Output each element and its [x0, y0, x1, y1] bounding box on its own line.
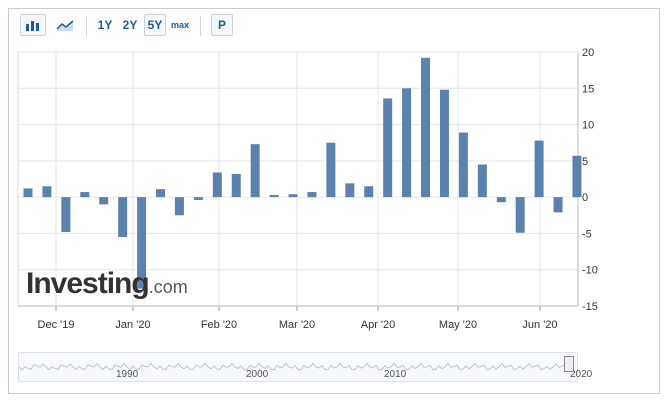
x-tick-label: Apr '20: [361, 319, 396, 331]
y-tick-label: 20: [582, 47, 594, 59]
bar: [231, 173, 241, 198]
bar: [42, 186, 52, 198]
bar: [250, 144, 260, 198]
bar: [345, 183, 355, 198]
x-tick-label: Jan '20: [115, 319, 150, 331]
bar: [307, 192, 317, 198]
x-tick-label: Feb '20: [201, 319, 237, 331]
logo-main: Investing: [26, 267, 150, 300]
bar: [515, 197, 525, 233]
x-tick-label: Dec '19: [38, 319, 75, 331]
bar: [477, 164, 487, 198]
bar: [99, 197, 109, 205]
bar: [80, 192, 90, 198]
bar: [421, 57, 431, 198]
x-tick-label: Mar '20: [279, 319, 315, 331]
y-tick-label: 10: [582, 120, 594, 132]
bar: [269, 194, 279, 198]
bar: [156, 189, 166, 198]
y-tick-label: -10: [582, 265, 598, 277]
navigator-label-1990: 1990: [116, 369, 139, 380]
x-tick-label: May '20: [439, 319, 477, 331]
navigator-label-2000: 2000: [246, 369, 269, 380]
bar: [174, 197, 184, 216]
bar: [534, 140, 544, 198]
logo-suffix: .com: [148, 277, 188, 297]
y-tick-label: 0: [582, 192, 588, 204]
navigator-series: [18, 362, 575, 371]
bar: [364, 186, 374, 198]
navigator-handle[interactable]: [564, 356, 574, 372]
x-tick-label: Jun '20: [522, 319, 557, 331]
bar: [61, 197, 71, 232]
y-tick-label: -15: [582, 301, 598, 313]
investing-logo: Investing.com: [26, 267, 188, 301]
navigator-label-2010: 2010: [384, 369, 407, 380]
bar: [326, 142, 336, 198]
bar: [383, 98, 393, 198]
y-tick-label: 15: [582, 83, 594, 95]
bar-chart: 20 15 10 5 0 -5 -10 -15 Dec '19 Jan '20 Feb '20 Mar…: [17, 47, 598, 331]
y-tick-label: -5: [582, 228, 592, 240]
bar: [496, 197, 506, 203]
bar: [193, 197, 203, 201]
bar: [458, 132, 468, 198]
bar: [23, 188, 33, 198]
bar: [212, 172, 222, 198]
bar: [402, 88, 412, 198]
bar: [439, 89, 449, 198]
y-tick-label: 5: [582, 156, 588, 168]
bar: [288, 194, 298, 198]
bar: [572, 155, 582, 198]
bar: [553, 197, 563, 213]
range-navigator[interactable]: [18, 352, 578, 382]
bar: [118, 197, 128, 238]
